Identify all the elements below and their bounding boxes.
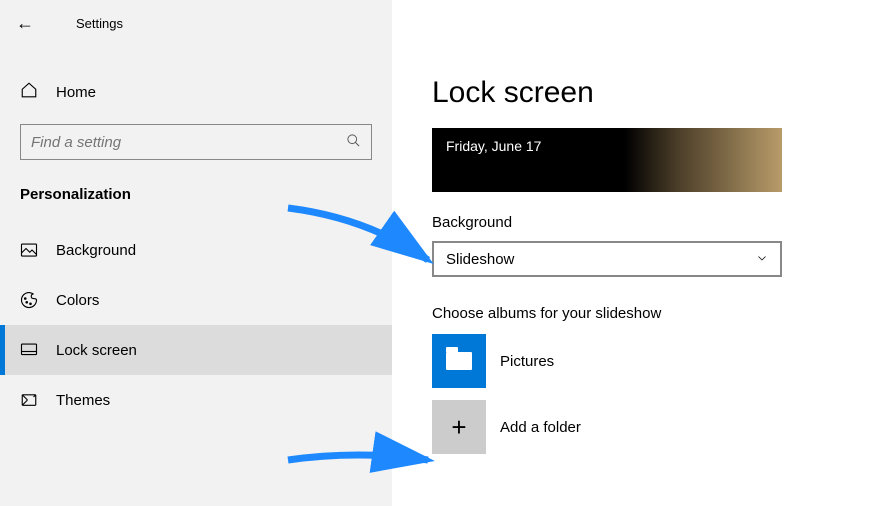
nav-background[interactable]: Background	[0, 225, 392, 275]
sidebar: ← Settings Home Personalization Backgrou…	[0, 0, 392, 506]
albums-label: Choose albums for your slideshow	[432, 305, 870, 322]
nav-lock-screen[interactable]: Lock screen	[0, 325, 392, 375]
add-folder-label: Add a folder	[500, 419, 581, 436]
palette-icon	[20, 291, 56, 309]
home-label: Home	[56, 84, 96, 101]
section-header: Personalization	[0, 160, 392, 211]
back-icon[interactable]: ←	[16, 13, 40, 34]
plus-icon: +	[432, 400, 486, 454]
preview-date: Friday, June 17	[446, 138, 541, 154]
themes-icon	[20, 391, 56, 409]
album-pictures[interactable]: Pictures	[432, 334, 870, 388]
nav-themes[interactable]: Themes	[0, 375, 392, 425]
image-icon	[20, 241, 56, 259]
search-input[interactable]	[31, 134, 346, 151]
nav-label: Lock screen	[56, 342, 137, 359]
nav-list: Background Colors Lock screen Themes	[0, 225, 392, 425]
main-content: Lock screen Friday, June 17 Background S…	[392, 0, 870, 506]
add-folder-button[interactable]: + Add a folder	[432, 400, 870, 454]
page-title: Lock screen	[432, 76, 870, 110]
lockscreen-icon	[20, 341, 56, 359]
home-icon	[20, 81, 56, 104]
search-box[interactable]	[20, 124, 372, 160]
home-link[interactable]: Home	[0, 70, 392, 114]
nav-colors[interactable]: Colors	[0, 275, 392, 325]
nav-label: Colors	[56, 292, 99, 309]
album-name: Pictures	[500, 353, 554, 370]
nav-label: Themes	[56, 392, 110, 409]
dropdown-value: Slideshow	[446, 251, 514, 268]
titlebar: ← Settings	[0, 0, 392, 46]
nav-label: Background	[56, 242, 136, 259]
chevron-down-icon	[756, 252, 768, 267]
app-title: Settings	[76, 16, 123, 31]
background-label: Background	[432, 214, 870, 231]
lockscreen-preview: Friday, June 17	[432, 128, 782, 192]
search-icon	[346, 133, 361, 152]
folder-icon	[432, 334, 486, 388]
background-dropdown[interactable]: Slideshow	[432, 241, 782, 277]
